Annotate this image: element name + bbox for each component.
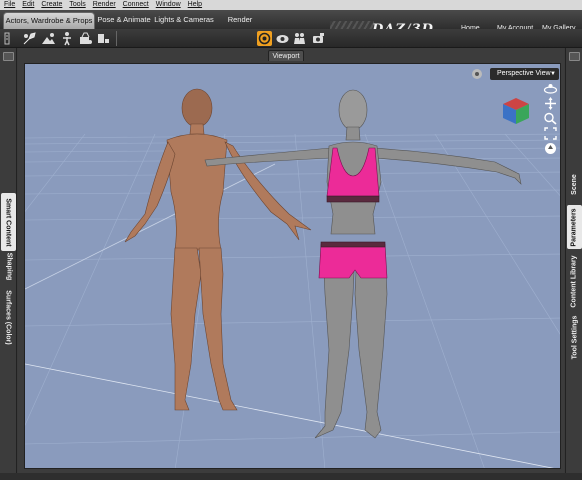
left-side-panel: Smart Content Shaping Surfaces (Color) [0, 48, 17, 480]
tool-settings-label: Tool Settings [571, 315, 578, 359]
menu-window[interactable]: Window [156, 0, 181, 10]
viewport-tab[interactable]: Viewport [268, 50, 304, 61]
people-tool-icon[interactable] [292, 31, 307, 46]
menu-render[interactable]: Render [93, 0, 116, 10]
wardrobe-tool-icon[interactable] [78, 31, 93, 46]
tab-render[interactable]: Render [222, 12, 258, 29]
bottom-strip [0, 473, 582, 480]
tab-parameters[interactable]: Parameters [567, 205, 582, 249]
right-side-panel: Scene Parameters Content Library Tool Se… [565, 48, 582, 480]
frame-camera-icon[interactable] [543, 127, 558, 140]
right-panel-menu-icon[interactable] [569, 52, 580, 61]
tab-shaping[interactable]: Shaping [1, 251, 16, 281]
figure-tool-icon[interactable] [60, 31, 75, 46]
menu-create[interactable]: Create [41, 0, 62, 10]
parameters-label: Parameters [571, 207, 579, 247]
navigation-cube-icon[interactable] [499, 94, 533, 128]
menu-help[interactable]: Help [188, 0, 202, 10]
chevron-down-icon: ▼ [550, 71, 556, 77]
left-panel-menu-icon[interactable] [3, 52, 14, 61]
zoom-camera-icon[interactable] [543, 112, 558, 125]
perspective-options-icon[interactable] [471, 68, 484, 80]
camera-tool-icon[interactable] [311, 31, 326, 46]
tab-content-library[interactable]: Content Library [567, 252, 582, 310]
menu-tools[interactable]: Tools [69, 0, 85, 10]
smart-content-label: Smart Content [5, 197, 13, 247]
toolbar [0, 29, 582, 48]
tab-lights-cameras[interactable]: Lights & Cameras [153, 12, 215, 29]
eye-tool-icon[interactable] [275, 31, 290, 46]
reset-camera-icon[interactable] [543, 142, 558, 155]
menu-file[interactable]: File [4, 0, 15, 10]
perspective-view-label: Perspective View [497, 70, 551, 77]
perspective-view-dropdown[interactable]: Perspective View ▼ [490, 68, 559, 80]
universal-tool-icon[interactable] [22, 31, 37, 46]
orbit-camera-icon[interactable] [543, 82, 558, 95]
menu-edit[interactable]: Edit [22, 0, 34, 10]
scene-label: Scene [571, 173, 578, 195]
tab-pose-animate[interactable]: Pose & Animate [96, 12, 152, 29]
room-tab-bar: Actors, Wardrobe & Props Pose & Animate … [0, 10, 582, 37]
scene-tool-icon[interactable] [41, 31, 56, 46]
toolbar-grip-icon [4, 31, 19, 46]
ground-grid [25, 88, 560, 468]
props-tool-icon[interactable] [96, 31, 111, 46]
surfaces-label: Surfaces (Color) [5, 289, 12, 345]
tab-tool-settings[interactable]: Tool Settings [567, 314, 582, 360]
tab-scene[interactable]: Scene [567, 168, 582, 200]
shaping-label: Shaping [5, 252, 12, 280]
pan-camera-icon[interactable] [543, 97, 558, 110]
tab-smart-content[interactable]: Smart Content [1, 193, 16, 251]
3d-viewport[interactable]: Perspective View ▼ [24, 63, 561, 469]
menu-connect[interactable]: Connect [123, 0, 149, 10]
rotate-tool-icon[interactable] [257, 31, 272, 46]
menu-bar: File Edit Create Tools Render Connect Wi… [0, 0, 582, 10]
tab-actors-wardrobe-props[interactable]: Actors, Wardrobe & Props [3, 12, 95, 29]
content-library-label: Content Library [571, 254, 578, 308]
tab-surfaces-color[interactable]: Surfaces (Color) [1, 286, 16, 348]
toolbar-separator [116, 31, 117, 46]
